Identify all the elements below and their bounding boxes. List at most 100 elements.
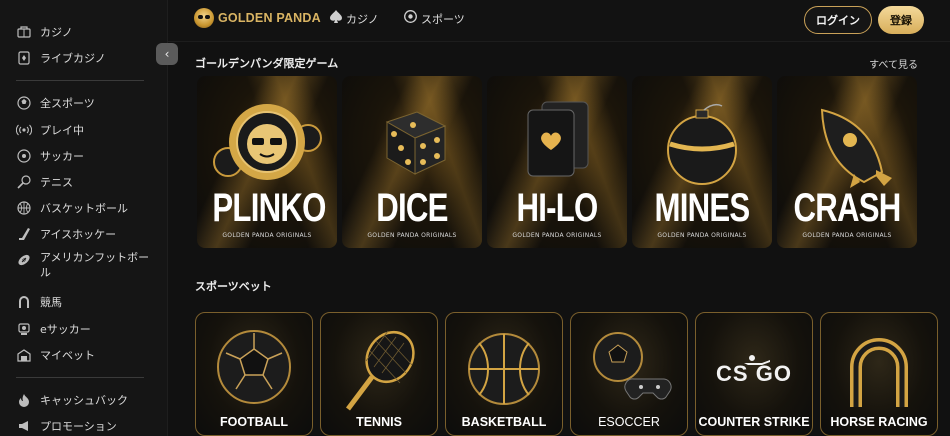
game-subtitle: GOLDEN PANDA ORIGINALS — [802, 232, 892, 239]
sidebar-item-ice-hockey[interactable]: アイスホッケー — [16, 223, 156, 245]
sports-section-title: スポーツベット — [195, 280, 272, 293]
sidebar-item-label: テニス — [40, 175, 73, 189]
american-football-icon — [16, 252, 32, 268]
game-subtitle: GOLDEN PANDA ORIGINALS — [657, 232, 747, 239]
login-button[interactable]: ログイン — [804, 6, 872, 34]
sport-card-counter-strike[interactable]: CS GO COUNTER STRIKE — [695, 312, 813, 436]
sidebar-item-label: プロモーション — [40, 419, 117, 433]
game-card-crash[interactable]: CRASH GOLDEN PANDA ORIGINALS — [777, 76, 917, 248]
basketball-ball-icon — [468, 333, 540, 405]
sidebar-item-label: アイスホッケー — [40, 227, 117, 241]
sidebar-collapse-button[interactable]: ‹ — [156, 43, 178, 65]
see-all-link[interactable]: すべて見る — [869, 56, 918, 71]
sidebar-item-label: カジノ — [40, 25, 73, 39]
signup-button[interactable]: 登録 — [878, 6, 924, 34]
tennis-icon — [16, 174, 32, 190]
dice-icon — [385, 111, 447, 175]
tennis-racket-icon — [346, 330, 415, 411]
nav-casino-label: カジノ — [346, 12, 379, 26]
sport-card-tennis[interactable]: TENNIS — [320, 312, 438, 436]
chevron-left-icon: ‹ — [164, 47, 170, 61]
sports-ball-icon — [404, 10, 417, 27]
game-subtitle: GOLDEN PANDA ORIGINALS — [222, 232, 312, 239]
sidebar-item-cashback[interactable]: キャッシュバック — [16, 389, 156, 411]
rocket-icon — [820, 108, 892, 188]
sport-label: HORSE RACING — [830, 415, 928, 429]
cashback-icon — [16, 392, 32, 408]
sport-label: BASKETBALL — [461, 415, 547, 429]
sidebar-item-live-casino[interactable]: ライブカジノ — [16, 47, 156, 69]
nav-sports[interactable]: スポーツ — [404, 10, 465, 27]
plinko-panda-chip-icon — [213, 104, 322, 180]
nav-casino[interactable]: カジノ — [330, 10, 379, 27]
esoccer-ball-controller-icon — [593, 332, 672, 400]
football-ball-icon — [217, 330, 291, 404]
sidebar-item-label: ライブカジノ — [40, 51, 106, 65]
sport-card-esoccer[interactable]: ESOCCER — [570, 312, 688, 436]
panda-logo-icon — [194, 8, 214, 28]
game-title: CRASH — [793, 186, 901, 230]
sidebar-item-my-bets[interactable]: マイベット — [16, 344, 156, 366]
sport-label: TENNIS — [356, 415, 402, 429]
nav-sports-label: スポーツ — [421, 12, 465, 26]
sidebar: カジノ ライブカジノ 全スポーツ プレイ中 サッカー テニス バスケットボール … — [0, 0, 168, 436]
game-subtitle: GOLDEN PANDA ORIGINALS — [367, 232, 457, 239]
sidebar-item-live[interactable]: プレイ中 — [16, 119, 156, 141]
sidebar-item-label: キャッシュバック — [40, 393, 128, 407]
sidebar-item-label: 全スポーツ — [40, 96, 95, 110]
game-card-dice[interactable]: DICE GOLDEN PANDA ORIGINALS — [342, 76, 482, 248]
sidebar-item-tennis[interactable]: テニス — [16, 171, 156, 193]
app-root: カジノ ライブカジノ 全スポーツ プレイ中 サッカー テニス バスケットボール … — [0, 0, 950, 436]
sport-card-basketball[interactable]: BASKETBALL — [445, 312, 563, 436]
sport-card-football[interactable]: FOOTBALL — [195, 312, 313, 436]
promotion-icon — [16, 418, 32, 434]
sidebar-item-horse-racing[interactable]: 競馬 — [16, 291, 156, 313]
main-content: ゴールデンパンダ限定ゲーム すべて見る PLINKO GOLDEN PANDA … — [168, 42, 950, 436]
sidebar-item-american-football[interactable]: アメリカンフットボール — [16, 250, 156, 284]
sport-card-horse-racing[interactable]: HORSE RACING — [820, 312, 938, 436]
sidebar-item-basketball[interactable]: バスケットボール — [16, 197, 156, 219]
esoccer-icon — [16, 321, 32, 337]
sport-label: ESOCCER — [598, 415, 660, 429]
sidebar-item-esoccer[interactable]: eサッカー — [16, 318, 156, 340]
game-title: MINES — [654, 186, 751, 230]
logo-text: GOLDEN PANDA — [218, 11, 321, 25]
site-logo[interactable]: GOLDEN PANDA — [194, 8, 321, 28]
spade-icon — [330, 10, 342, 27]
mine-bomb-icon — [667, 103, 737, 185]
horseshoe-icon — [16, 294, 32, 310]
sidebar-item-label: アメリカンフットボール — [40, 251, 150, 279]
game-title: PLINKO — [212, 186, 326, 230]
sport-label: COUNTER STRIKE — [698, 415, 810, 429]
sidebar-item-label: サッカー — [40, 149, 84, 163]
sidebar-item-label: バスケットボール — [40, 201, 128, 215]
sidebar-item-label: マイベット — [40, 348, 95, 362]
all-sports-icon — [16, 95, 32, 111]
game-card-hi-lo[interactable]: HI-LO GOLDEN PANDA ORIGINALS — [487, 76, 627, 248]
sport-label: FOOTBALL — [219, 415, 289, 429]
live-signal-icon — [16, 122, 32, 138]
basketball-icon — [16, 200, 32, 216]
top-header: GOLDEN PANDA カジノ スポーツ ログイン 登録 — [168, 0, 950, 42]
sidebar-divider — [16, 377, 144, 378]
my-bets-icon — [16, 347, 32, 363]
game-title: HI-LO — [516, 186, 598, 230]
sidebar-item-label: プレイ中 — [40, 123, 84, 137]
game-card-mines[interactable]: MINES GOLDEN PANDA ORIGINALS — [632, 76, 772, 248]
sidebar-item-promotion[interactable]: プロモーション — [16, 415, 156, 436]
horseshoe-gold-icon — [850, 338, 908, 407]
sidebar-item-casino[interactable]: カジノ — [16, 21, 156, 43]
game-card-plinko[interactable]: PLINKO GOLDEN PANDA ORIGINALS — [197, 76, 337, 248]
game-subtitle: GOLDEN PANDA ORIGINALS — [512, 232, 602, 239]
soccer-icon — [16, 148, 32, 164]
sidebar-item-label: eサッカー — [40, 322, 91, 336]
sidebar-item-label: 競馬 — [40, 295, 62, 309]
sidebar-divider — [16, 80, 144, 81]
sidebar-item-all-sports[interactable]: 全スポーツ — [16, 92, 156, 114]
game-title: DICE — [376, 186, 448, 230]
games-section-title: ゴールデンパンダ限定ゲーム — [195, 57, 339, 70]
soldier-silhouette-icon — [744, 355, 770, 365]
live-casino-icon — [16, 50, 32, 66]
casino-icon — [16, 24, 32, 40]
sidebar-item-soccer[interactable]: サッカー — [16, 145, 156, 167]
